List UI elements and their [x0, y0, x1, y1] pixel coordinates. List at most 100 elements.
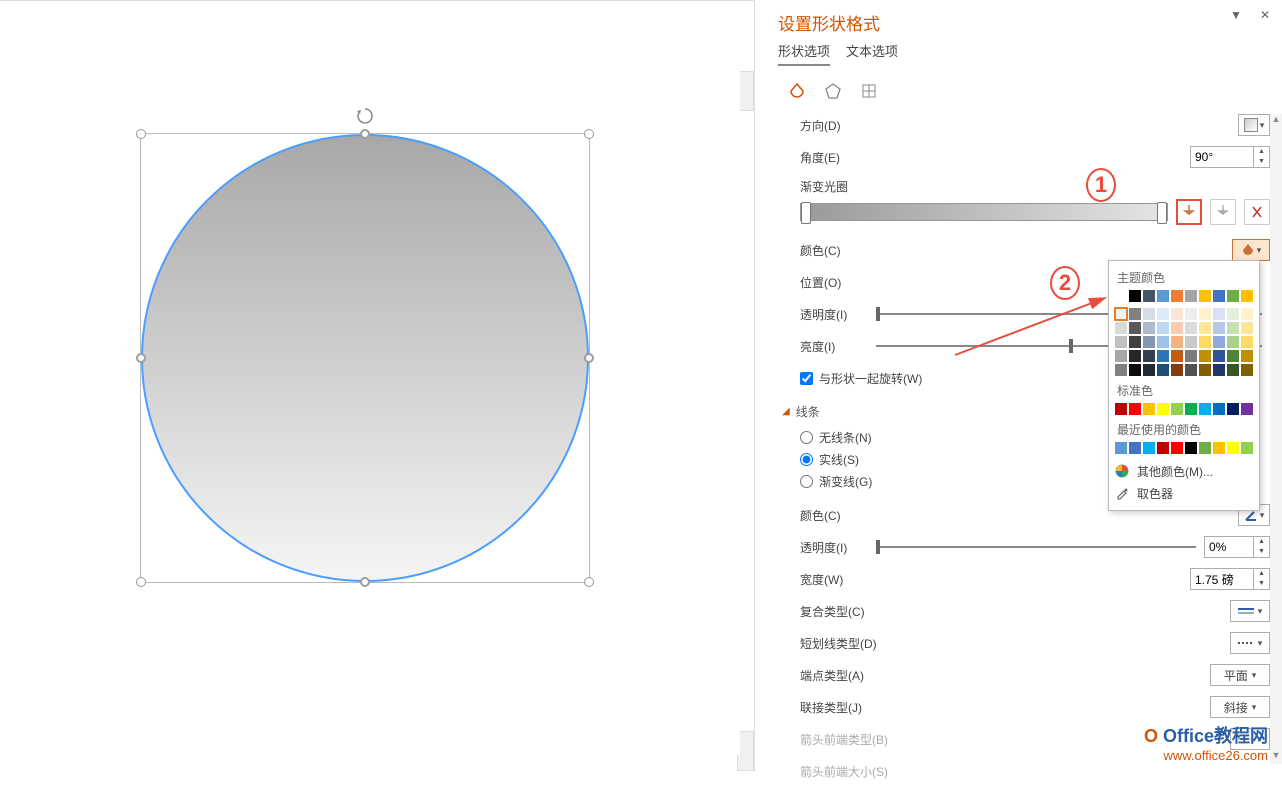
- solid-line-radio[interactable]: [800, 453, 813, 466]
- color-swatch[interactable]: [1241, 336, 1253, 348]
- color-swatch[interactable]: [1185, 364, 1197, 376]
- color-swatch[interactable]: [1227, 442, 1239, 454]
- color-swatch[interactable]: [1143, 364, 1155, 376]
- color-swatch[interactable]: [1199, 442, 1211, 454]
- edge-right[interactable]: [585, 354, 593, 362]
- color-swatch[interactable]: [1115, 442, 1127, 454]
- color-swatch[interactable]: [1171, 336, 1183, 348]
- add-stop-alt-button[interactable]: [1210, 199, 1236, 225]
- color-swatch[interactable]: [1143, 308, 1155, 320]
- color-swatch[interactable]: [1213, 442, 1225, 454]
- color-swatch[interactable]: [1199, 290, 1211, 302]
- line-transparency-spinner[interactable]: ▲▼: [1204, 536, 1270, 558]
- color-swatch[interactable]: [1171, 290, 1183, 302]
- color-swatch[interactable]: [1157, 322, 1169, 334]
- color-swatch[interactable]: [1185, 350, 1197, 362]
- color-swatch[interactable]: [1129, 336, 1141, 348]
- dash-dropdown[interactable]: [1230, 632, 1270, 654]
- color-swatch[interactable]: [1157, 336, 1169, 348]
- color-swatch[interactable]: [1227, 364, 1239, 376]
- angle-down[interactable]: ▼: [1254, 157, 1269, 167]
- color-swatch[interactable]: [1171, 442, 1183, 454]
- tab-text-options[interactable]: 文本选项: [846, 41, 898, 66]
- line-width-spinner[interactable]: ▲▼: [1190, 568, 1270, 590]
- color-swatch[interactable]: [1171, 308, 1183, 320]
- color-swatch[interactable]: [1227, 290, 1239, 302]
- color-swatch[interactable]: [1213, 290, 1225, 302]
- color-swatch[interactable]: [1143, 336, 1155, 348]
- color-swatch[interactable]: [1157, 364, 1169, 376]
- color-swatch[interactable]: [1171, 322, 1183, 334]
- color-swatch[interactable]: [1143, 322, 1155, 334]
- color-swatch[interactable]: [1129, 322, 1141, 334]
- color-swatch[interactable]: [1241, 364, 1253, 376]
- fill-line-tab-icon[interactable]: [786, 80, 808, 102]
- color-swatch[interactable]: [1157, 350, 1169, 362]
- transparency-thumb[interactable]: [876, 307, 880, 321]
- color-swatch[interactable]: [1227, 336, 1239, 348]
- color-swatch[interactable]: [1129, 442, 1141, 454]
- color-swatch[interactable]: [1143, 290, 1155, 302]
- slide[interactable]: [60, 5, 740, 755]
- color-swatch[interactable]: [1115, 322, 1127, 334]
- remove-gradient-stop-button[interactable]: [1244, 199, 1270, 225]
- color-swatch[interactable]: [1157, 403, 1169, 415]
- color-swatch[interactable]: [1227, 322, 1239, 334]
- rotate-with-shape-checkbox[interactable]: [800, 372, 813, 385]
- color-swatch[interactable]: [1143, 403, 1155, 415]
- color-swatch[interactable]: [1227, 403, 1239, 415]
- eyedropper-button[interactable]: 取色器: [1115, 482, 1253, 504]
- color-swatch[interactable]: [1185, 336, 1197, 348]
- edge-top[interactable]: [361, 130, 369, 138]
- color-swatch[interactable]: [1213, 364, 1225, 376]
- color-swatch[interactable]: [1227, 350, 1239, 362]
- color-swatch[interactable]: [1241, 442, 1253, 454]
- rotate-handle-icon[interactable]: [355, 106, 375, 126]
- gradient-bar[interactable]: [800, 203, 1168, 221]
- color-swatch[interactable]: [1213, 350, 1225, 362]
- gradient-line-radio[interactable]: [800, 475, 813, 488]
- color-swatch[interactable]: [1199, 350, 1211, 362]
- color-swatch[interactable]: [1241, 322, 1253, 334]
- color-swatch[interactable]: [1157, 442, 1169, 454]
- color-swatch[interactable]: [1115, 290, 1127, 302]
- slide-canvas[interactable]: [0, 0, 755, 771]
- color-swatch[interactable]: [1199, 336, 1211, 348]
- line-width-input[interactable]: [1191, 572, 1253, 586]
- line-transparency-slider[interactable]: [876, 546, 1196, 548]
- panel-close-icon[interactable]: ✕: [1260, 8, 1270, 22]
- color-swatch[interactable]: [1213, 308, 1225, 320]
- color-swatch[interactable]: [1115, 364, 1127, 376]
- color-swatch[interactable]: [1171, 364, 1183, 376]
- gradient-stop-2[interactable]: [1157, 202, 1167, 224]
- color-swatch[interactable]: [1199, 308, 1211, 320]
- color-swatch[interactable]: [1185, 308, 1197, 320]
- angle-spinner[interactable]: ▲▼: [1190, 146, 1270, 168]
- handle-bl[interactable]: [136, 577, 146, 587]
- color-swatch[interactable]: [1241, 308, 1253, 320]
- color-swatch[interactable]: [1213, 336, 1225, 348]
- color-swatch[interactable]: [1241, 290, 1253, 302]
- color-swatch[interactable]: [1129, 403, 1141, 415]
- angle-input[interactable]: [1191, 150, 1253, 164]
- color-swatch[interactable]: [1227, 308, 1239, 320]
- line-transparency-thumb[interactable]: [876, 540, 880, 554]
- edge-left[interactable]: [137, 354, 145, 362]
- color-swatch[interactable]: [1157, 308, 1169, 320]
- effects-tab-icon[interactable]: [822, 80, 844, 102]
- color-swatch[interactable]: [1157, 290, 1169, 302]
- circle-shape[interactable]: [141, 134, 589, 582]
- gradient-stop-1[interactable]: [801, 202, 811, 224]
- color-swatch[interactable]: [1115, 403, 1127, 415]
- color-swatch[interactable]: [1199, 322, 1211, 334]
- color-swatch[interactable]: [1171, 350, 1183, 362]
- color-swatch[interactable]: [1185, 290, 1197, 302]
- more-colors-button[interactable]: 其他颜色(M)...: [1115, 460, 1253, 482]
- color-swatch[interactable]: [1129, 350, 1141, 362]
- fill-color-dropdown[interactable]: [1232, 239, 1270, 261]
- color-swatch[interactable]: [1171, 403, 1183, 415]
- edge-bottom[interactable]: [361, 578, 369, 586]
- size-tab-icon[interactable]: [858, 80, 880, 102]
- color-swatch[interactable]: [1143, 442, 1155, 454]
- brightness-thumb[interactable]: [1069, 339, 1073, 353]
